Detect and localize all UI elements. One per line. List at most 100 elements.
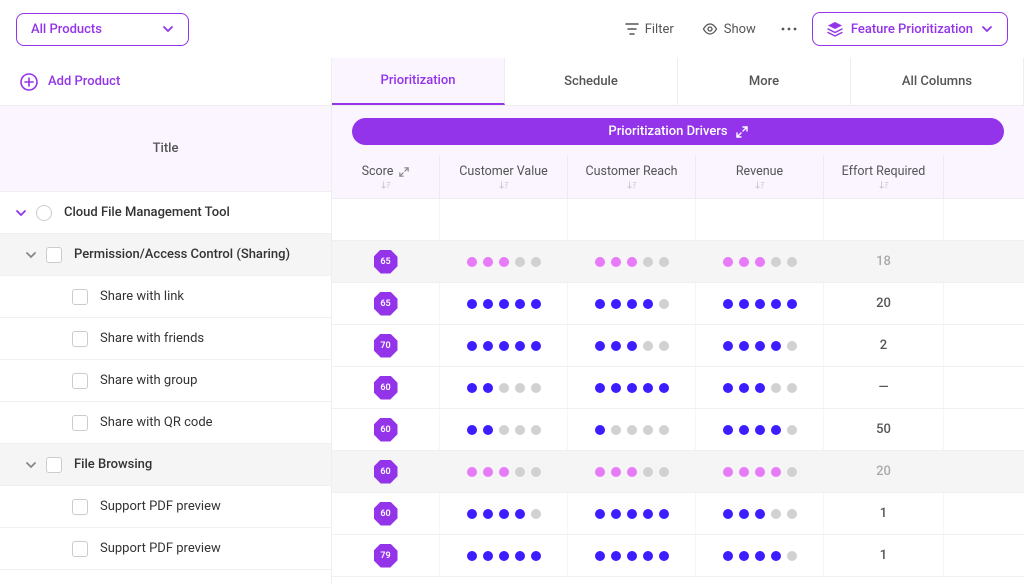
chevron-down-icon[interactable] [14,206,28,220]
right-pane: PrioritizationScheduleMoreAll Columns Pr… [332,58,1024,584]
rating-dots[interactable] [467,467,541,477]
add-product-button[interactable]: Add Product [0,58,331,106]
rating-dots[interactable] [723,341,797,351]
checkbox[interactable] [72,499,88,515]
filter-label: Filter [645,22,674,37]
checkbox[interactable] [72,289,88,305]
product-selector-label: All Products [31,22,102,37]
rating-dots[interactable] [467,257,541,267]
plus-circle-icon [20,73,38,91]
sort-icon [626,181,638,189]
rating-dots[interactable] [595,299,669,309]
table-row[interactable]: Share with link [0,276,331,318]
checkbox[interactable] [46,457,62,473]
table-row[interactable]: Support PDF preview [0,528,331,570]
rating-dots[interactable] [723,299,797,309]
table-row[interactable]: Support PDF preview [0,486,331,528]
revenue-column-header[interactable]: Revenue [696,155,824,198]
drivers-bar-label: Prioritization Drivers [608,124,727,139]
customer-value-column-header[interactable]: Customer Value [440,155,568,198]
show-button[interactable]: Show [692,16,766,43]
filter-icon [625,22,639,36]
tab-schedule[interactable]: Schedule [505,58,678,105]
checkbox[interactable] [72,541,88,557]
tab-all-columns[interactable]: All Columns [851,58,1024,105]
row-label: Share with link [100,289,184,304]
table-row[interactable]: Permission/Access Control (Sharing) [0,234,331,276]
effort-value: 18 [876,254,891,269]
rating-dots[interactable] [467,551,541,561]
effort-value: 2 [880,338,887,353]
expand-icon [736,126,748,138]
rating-dots[interactable] [723,551,797,561]
row-label: Support PDF preview [100,541,221,556]
rating-dots[interactable] [467,425,541,435]
more-menu-button[interactable] [774,16,804,42]
score-column-header[interactable]: Score [332,155,440,198]
chevron-down-icon[interactable] [24,248,38,262]
chevron-down-icon[interactable] [24,458,38,472]
table-row: 601 [332,493,1024,535]
tab-prioritization[interactable]: Prioritization [332,58,505,105]
rating-dots[interactable] [595,425,669,435]
row-label: Permission/Access Control (Sharing) [74,247,290,262]
row-label: Cloud File Management Tool [64,205,230,220]
table-row: 60— [332,367,1024,409]
feature-prioritization-button[interactable]: Feature Prioritization [812,12,1008,46]
rating-dots[interactable] [467,299,541,309]
score-badge: 60 [374,460,398,484]
score-badge: 60 [374,502,398,526]
prioritization-drivers-bar[interactable]: Prioritization Drivers [352,118,1004,145]
rating-dots[interactable] [595,551,669,561]
row-label: Support PDF preview [100,499,221,514]
rating-dots[interactable] [723,509,797,519]
rating-dots[interactable] [595,383,669,393]
tab-more[interactable]: More [678,58,851,105]
show-label: Show [724,22,756,37]
table-row: 65 18 [332,241,1024,283]
table-row: 6520 [332,283,1024,325]
filter-button[interactable]: Filter [615,16,684,43]
score-badge: 65 [374,250,398,274]
effort-value: 1 [880,548,887,563]
rating-dots[interactable] [595,509,669,519]
rating-dots[interactable] [723,467,797,477]
rating-dots[interactable] [723,257,797,267]
checkbox[interactable] [72,373,88,389]
table-row[interactable]: Share with QR code [0,402,331,444]
chevron-down-icon [162,23,174,35]
rating-dots[interactable] [595,257,669,267]
add-product-label: Add Product [48,74,120,89]
checkbox[interactable] [72,415,88,431]
checkbox[interactable] [36,205,52,221]
rating-dots[interactable] [595,467,669,477]
title-column-header: Title [0,106,331,192]
rating-dots[interactable] [467,383,541,393]
table-row[interactable]: Share with group [0,360,331,402]
table-row: 791 [332,535,1024,577]
checkbox[interactable] [46,247,62,263]
rating-dots[interactable] [595,341,669,351]
table-row[interactable]: File Browsing [0,444,331,486]
table-row: 60 20 [332,451,1024,493]
table-row [332,199,1024,241]
table-row[interactable]: Cloud File Management Tool [0,192,331,234]
customer-reach-column-header[interactable]: Customer Reach [568,155,696,198]
rating-dots[interactable] [723,383,797,393]
eye-icon [702,22,718,36]
sort-icon [380,181,392,189]
rating-dots[interactable] [467,509,541,519]
rating-dots[interactable] [723,425,797,435]
checkbox[interactable] [72,331,88,347]
layers-icon [827,21,843,37]
effort-value: 20 [876,464,891,479]
effort-value: 20 [876,296,891,311]
expand-icon [399,167,409,177]
dots-icon [780,22,798,36]
product-selector[interactable]: All Products [16,13,189,46]
effort-column-header[interactable]: Effort Required [824,155,944,198]
score-badge: 60 [374,376,398,400]
row-label: Share with friends [100,331,204,346]
table-row[interactable]: Share with friends [0,318,331,360]
rating-dots[interactable] [467,341,541,351]
